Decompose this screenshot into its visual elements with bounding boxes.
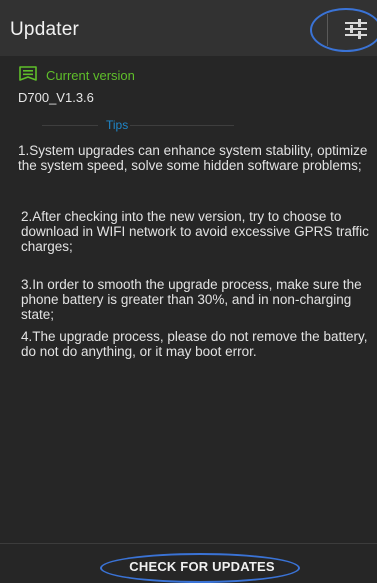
sliders-icon	[345, 19, 367, 39]
toolbar-divider	[327, 14, 328, 46]
flag-icon	[19, 66, 37, 81]
tips-divider-left	[42, 125, 98, 126]
tip-item-2: 2.After checking into the new version, t…	[21, 209, 369, 254]
tips-label: Tips	[106, 118, 129, 132]
app-bar: Updater	[0, 0, 377, 56]
current-version-label: Current version	[46, 67, 135, 83]
app-title: Updater	[10, 19, 79, 40]
check-for-updates-button[interactable]: CHECK FOR UPDATES	[122, 559, 282, 577]
tips-divider-right	[130, 125, 234, 126]
tip-item-4: 4.The upgrade process, please do not rem…	[21, 329, 368, 359]
current-version-row: Current version	[18, 64, 135, 86]
version-value: D700_V1.3.6	[18, 90, 94, 105]
settings-button[interactable]	[321, 8, 377, 50]
tip-item-3: 3.In order to smooth the upgrade process…	[21, 277, 362, 322]
tip-item-1: 1.System upgrades can enhance system sta…	[18, 143, 368, 173]
tips-header: Tips	[18, 118, 358, 132]
footer-divider	[0, 543, 377, 544]
